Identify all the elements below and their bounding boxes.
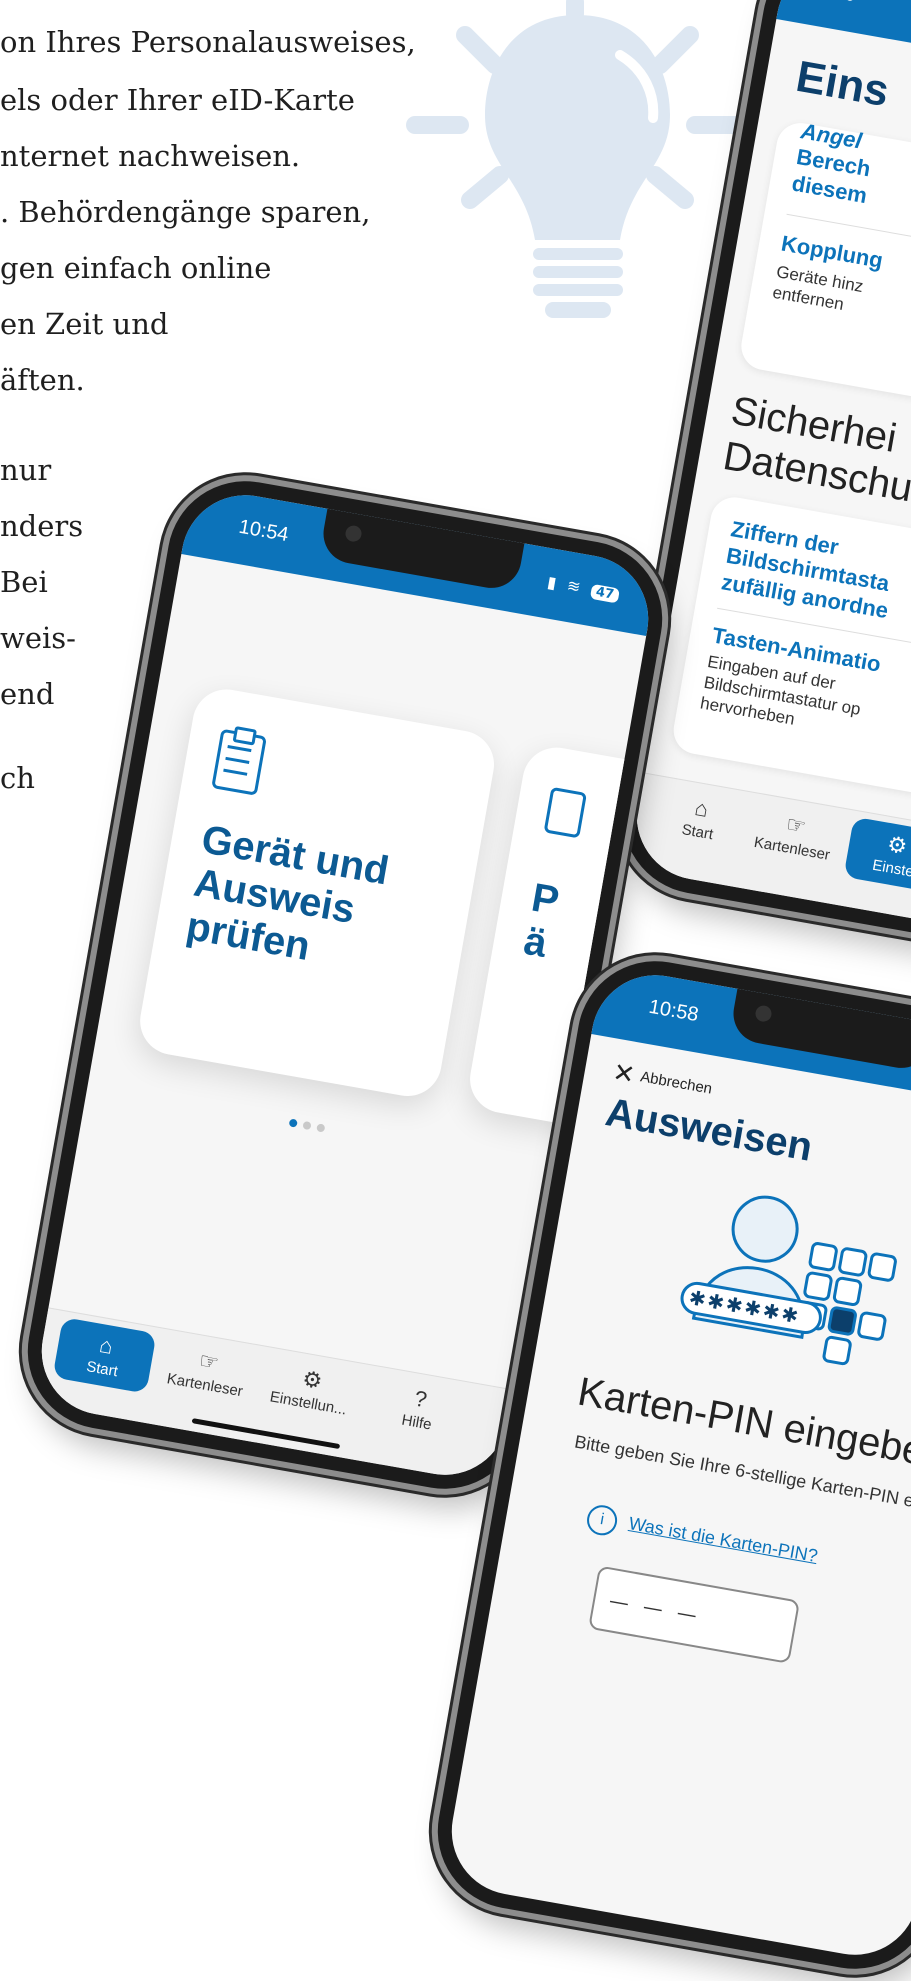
nav-label: Start [680,821,715,844]
close-icon: ✕ [610,1056,638,1090]
bottom-nav: ⌂ Start ☞ Kartenleser ⚙ Einstellun... ? … [31,1307,514,1485]
page-title: Eins [792,51,893,117]
settings-item-keypad[interactable]: Ziffern der Bildschirmtasta zufällig ano… [719,515,911,636]
bg-line: nternet nachweisen. [0,139,301,173]
pin-input-placeholder: — — — [607,1587,703,1628]
cancel-label: Abbrechen [639,1068,714,1098]
page-indicator [288,1112,333,1138]
nav-label: Hilfe [400,1411,433,1434]
status-time: 10 [832,0,858,7]
nav-item-settings[interactable]: ⚙ Einste [843,816,911,894]
pin-input[interactable]: — — — [588,1565,801,1664]
bg-line: Bei [0,565,48,599]
tile-title: P ä [520,875,562,967]
settings-group-security: Ziffern der Bildschirmtasta zufällig ano… [669,493,911,833]
bg-line: nur [0,453,52,487]
bg-line: . Behördengänge sparen, [0,195,371,229]
nav-item-help[interactable]: ? Hilfe [368,1378,469,1439]
status-time: 10:58 [647,995,701,1027]
nav-item-start[interactable]: ⌂ Start [649,788,750,849]
nav-item-settings[interactable]: ⚙ Einstellun... [260,1359,361,1420]
nav-item-start[interactable]: ⌂ Start [52,1317,157,1394]
bg-line: nders [0,509,84,543]
bg-line: ch [0,761,35,795]
bg-line: weis- [0,621,76,655]
tile-title: Gerät und Ausweis prüfen [183,817,393,969]
info-icon: i [584,1502,620,1538]
signal-icon: ▮ [545,572,561,593]
nav-label: Start [85,1358,120,1381]
status-icons: ▮ ≋ 47 [545,572,621,604]
status-time: 10:54 [237,515,291,547]
bg-line: äften. [0,363,85,397]
battery-icon: 47 [589,583,620,604]
pin-info-label: Was ist die Karten-PIN? [627,1513,820,1567]
bottom-nav: ⌂ Start ☞ Kartenleser ⚙ Einste [626,772,911,950]
bg-line: end [0,677,55,711]
pin-info-link[interactable]: i Was ist die Karten-PIN? [584,1502,820,1573]
nav-item-card-reader[interactable]: ☞ Kartenleser [744,805,845,866]
checklist-icon [211,728,267,796]
home-indicator [191,1418,341,1450]
nav-item-card-reader[interactable]: ☞ Kartenleser [157,1341,258,1402]
bg-line: gen einfach online [0,251,272,285]
lightbulb-icon [406,0,749,318]
bg-line: en Zeit und [0,307,169,341]
wifi-icon: ≋ [565,575,586,598]
bg-line: on Ihres Personalausweises, [0,25,416,59]
bg-line: els oder Ihrer eID-Karte [0,83,355,117]
tile-check-device[interactable]: Gerät und Ausweis prüfen [134,684,500,1102]
lock-icon [543,786,587,839]
